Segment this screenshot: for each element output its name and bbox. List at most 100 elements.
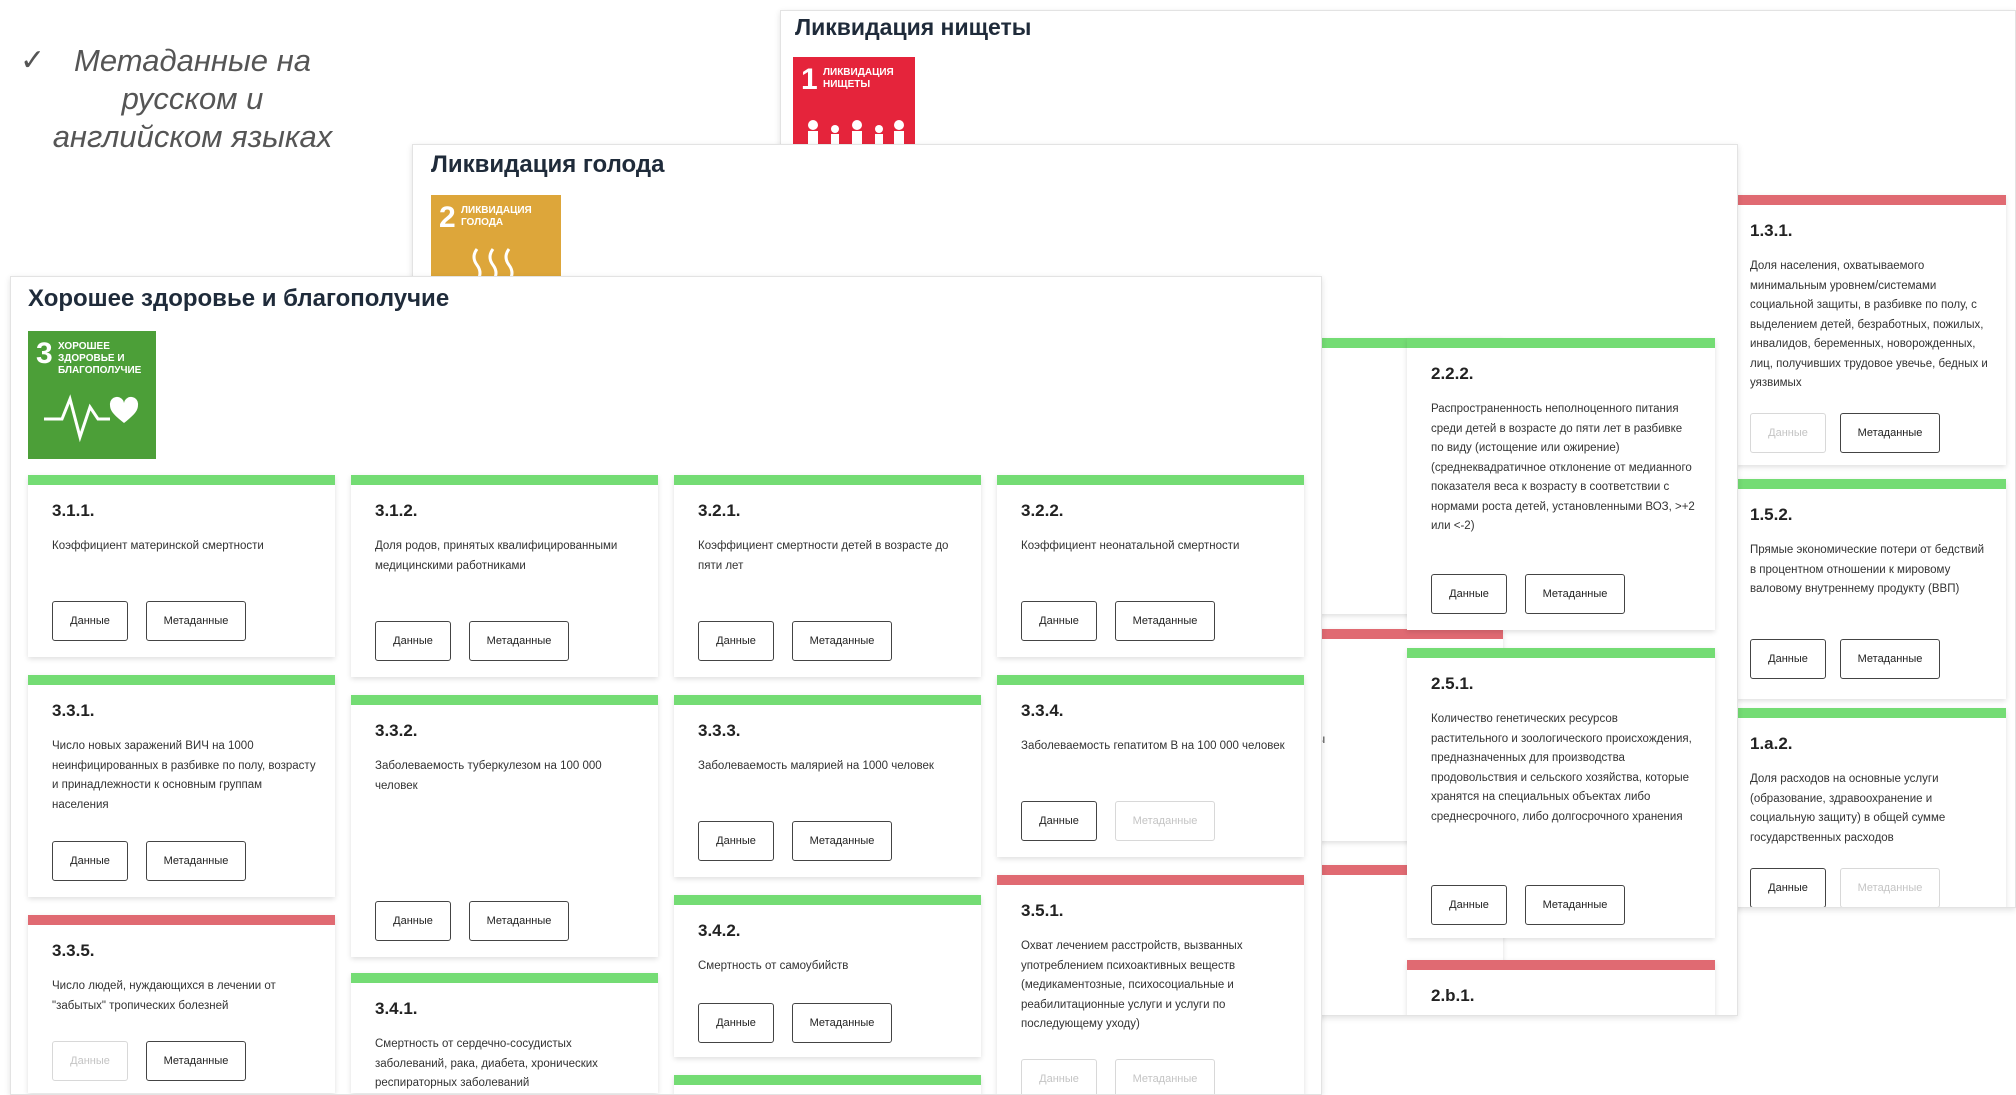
indicator-code: 3.1.1.: [52, 501, 95, 520]
indicator-code: 3.3.3.: [698, 721, 741, 740]
data-button[interactable]: Данные: [375, 621, 451, 661]
data-button[interactable]: Данные: [1750, 868, 1826, 907]
metadata-button[interactable]: Метаданные: [1115, 601, 1215, 641]
metadata-button[interactable]: Метаданные: [146, 601, 246, 641]
indicator-description: Заболеваемость малярией на 1000 человек: [698, 760, 934, 772]
indicator-code: 2.5.1.: [1431, 674, 1474, 693]
indicator-code: 3.2.1.: [698, 501, 741, 520]
data-button[interactable]: Данные: [375, 901, 451, 941]
goal-1-logo: 1 Ликвидация нищеты: [793, 57, 915, 153]
metadata-button[interactable]: Метаданные: [1525, 885, 1625, 925]
indicator-description: Коэффициент смертности детей в возрасте …: [698, 540, 949, 572]
data-button[interactable]: Данные: [1021, 1059, 1097, 1094]
data-button[interactable]: Данные: [1750, 413, 1826, 453]
metadata-button[interactable]: Метаданные: [146, 1041, 246, 1081]
indicator-card: 3.1.2. Доля родов, принятых квалифициров…: [351, 475, 658, 677]
indicator-card: 1.5.2. Прямые экономические потери от бе…: [1736, 479, 2006, 699]
data-button[interactable]: Данные: [1431, 574, 1507, 614]
indicator-description: Распространенность неполноценного питани…: [1431, 403, 1695, 532]
logo-number: 3: [36, 337, 53, 370]
indicator-card: 3.2.2. Коэффициент неонатальной смертнос…: [997, 475, 1304, 657]
indicator-code: 3.3.4.: [1021, 701, 1064, 720]
indicator-description: Смертность от самоубийств: [698, 960, 849, 972]
indicator-card: 3.4.2. Смертность от самоубийств Данные …: [674, 895, 981, 1057]
data-button[interactable]: Данные: [52, 841, 128, 881]
metadata-button[interactable]: Метаданные: [469, 621, 569, 661]
indicator-code: 2.b.1.: [1431, 986, 1475, 1005]
data-button[interactable]: Данные: [1431, 885, 1507, 925]
indicator-code: 3.1.2.: [375, 501, 418, 520]
indicator-code: 3.4.1.: [375, 999, 418, 1018]
indicator-description: Коэффициент неонатальной смертности: [1021, 540, 1240, 552]
indicator-card: 3.3.3. Заболеваемость малярией на 1000 ч…: [674, 695, 981, 877]
data-button[interactable]: Данные: [698, 621, 774, 661]
indicator-card: 2.2.2. Распространенность неполноценного…: [1407, 338, 1715, 630]
indicator-card: [674, 1075, 981, 1094]
data-button[interactable]: Данные: [1750, 639, 1826, 679]
indicator-card: 3.3.1. Число новых заражений ВИЧ на 1000…: [28, 675, 335, 897]
indicator-code: 3.3.1.: [52, 701, 95, 720]
metadata-button[interactable]: Метаданные: [792, 821, 892, 861]
indicator-description: Коэффициент материнской смертности: [52, 540, 264, 552]
indicator-description: Доля родов, принятых квалифицированными …: [375, 540, 618, 572]
metadata-button[interactable]: Метаданные: [1115, 1059, 1215, 1094]
indicator-card: 2.b.1.: [1407, 960, 1715, 1015]
indicator-description: Заболеваемость гепатитом В на 100 000 че…: [1021, 740, 1285, 752]
indicator-description: Число людей, нуждающихся в лечении от "з…: [52, 980, 276, 1012]
goal-3-logo: 3 Хорошее здоровье и благополучие: [28, 331, 156, 459]
indicator-card: 3.2.1. Коэффициент смертности детей в во…: [674, 475, 981, 677]
metadata-button[interactable]: Метаданные: [1525, 574, 1625, 614]
caption-text: Метаданные на русском и английском языка…: [52, 43, 333, 154]
indicator-code: 1.a.2.: [1750, 734, 1793, 753]
data-button[interactable]: Данные: [698, 821, 774, 861]
indicator-description: Прямые экономические потери от бедствий …: [1750, 544, 1985, 595]
data-button[interactable]: Данные: [52, 601, 128, 641]
metadata-button[interactable]: Метаданные: [1840, 639, 1940, 679]
indicator-code: 1.5.2.: [1750, 505, 1793, 524]
check-icon: ✓: [20, 44, 46, 77]
metadata-button[interactable]: Метаданные: [469, 901, 569, 941]
indicator-card: 3.3.2. Заболеваемость туберкулезом на 10…: [351, 695, 658, 957]
indicator-description: Охват лечением расстройств, вызванных уп…: [1021, 940, 1243, 1030]
indicator-code: 3.3.2.: [375, 721, 418, 740]
logo-text: Ликвидация нищеты: [823, 67, 894, 90]
indicator-description: Доля расходов на основные услуги (образо…: [1750, 773, 1946, 844]
metadata-button[interactable]: Метаданные: [1115, 801, 1215, 841]
metadata-button[interactable]: Метаданные: [146, 841, 246, 881]
metadata-button[interactable]: Метаданные: [792, 621, 892, 661]
indicator-description: Доля населения, охватываемого минимальны…: [1750, 260, 1988, 389]
indicator-card: 3.1.1. Коэффициент материнской смертност…: [28, 475, 335, 657]
metadata-button[interactable]: Метаданные: [792, 1003, 892, 1043]
indicator-code: 3.2.2.: [1021, 501, 1064, 520]
data-button[interactable]: Данные: [1021, 601, 1097, 641]
indicator-code: 1.3.1.: [1750, 221, 1793, 240]
logo-number: 1: [801, 63, 818, 96]
indicator-card: 3.3.5. Число людей, нуждающихся в лечени…: [28, 915, 335, 1093]
indicator-description: Заболеваемость туберкулезом на 100 000 ч…: [375, 760, 602, 792]
indicator-code: 3.4.2.: [698, 921, 741, 940]
metadata-button[interactable]: Метаданные: [1840, 868, 1940, 907]
logo-number: 2: [439, 201, 456, 234]
panel-title: Ликвидация голода: [431, 151, 665, 178]
data-button[interactable]: Данные: [698, 1003, 774, 1043]
indicator-code: 2.2.2.: [1431, 364, 1474, 383]
indicator-code: 3.5.1.: [1021, 901, 1064, 920]
heartbeat-icon: [44, 394, 139, 443]
logo-text: Ликвидация голода: [461, 205, 532, 228]
metadata-button[interactable]: Метаданные: [1840, 413, 1940, 453]
indicator-description: Число новых заражений ВИЧ на 1000 неинфи…: [52, 740, 316, 811]
indicator-card: 2.5.1. Количество генетических ресурсов …: [1407, 648, 1715, 938]
data-button[interactable]: Данные: [1021, 801, 1097, 841]
logo-text: Хорошее здоровье и благополучие: [58, 341, 142, 376]
indicator-description: Количество генетических ресурсов растите…: [1431, 713, 1692, 823]
panel-title: Хорошее здоровье и благополучие: [28, 285, 450, 312]
indicator-code: 3.3.5.: [52, 941, 95, 960]
panel-goal-3: Хорошее здоровье и благополучие 3 Хороше…: [10, 276, 1322, 1095]
indicator-card: 3.3.4. Заболеваемость гепатитом В на 100…: [997, 675, 1304, 857]
panel-title: Ликвидация нищеты: [795, 14, 1032, 40]
indicator-card: 1.3.1. Доля населения, охватываемого мин…: [1736, 195, 2006, 465]
indicator-card: 3.5.1. Охват лечением расстройств, вызва…: [997, 875, 1304, 1094]
indicator-description: Смертность от сердечно-сосудистых заболе…: [375, 1038, 598, 1089]
data-button[interactable]: Данные: [52, 1041, 128, 1081]
indicator-card: 3.4.1. Смертность от сердечно-сосудистых…: [351, 973, 658, 1093]
